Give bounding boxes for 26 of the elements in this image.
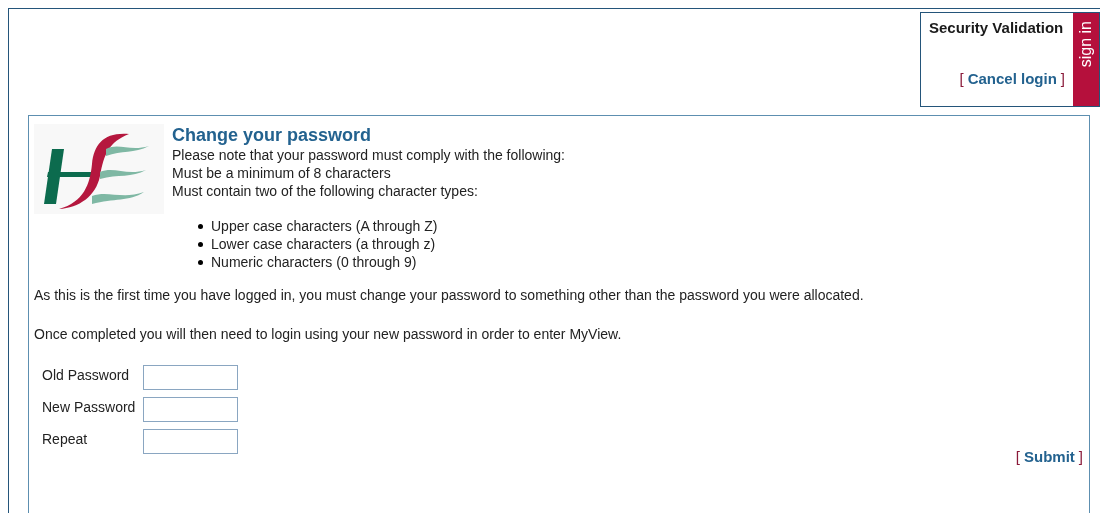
bracket: [ bbox=[959, 68, 964, 89]
field-label: Old Password bbox=[42, 366, 131, 385]
bracket: [ bbox=[1015, 447, 1020, 467]
note-text: As this is the first time you have logged in, you must change your password to something other than the password you were allocated. bbox=[34, 286, 865, 305]
field-label: Repeat bbox=[42, 430, 89, 449]
bullet-icon bbox=[198, 259, 203, 265]
bullet-icon bbox=[198, 241, 203, 247]
bracket: ] bbox=[1060, 68, 1065, 89]
password-field[interactable] bbox=[143, 365, 238, 390]
field-label: New Password bbox=[42, 398, 137, 417]
rule-text: Numeric characters (0 through 9) bbox=[211, 253, 417, 271]
rule-text: Lower case characters (a through z) bbox=[211, 235, 436, 253]
submit-link[interactable]: Submit bbox=[1024, 446, 1075, 469]
page-title: Change your password bbox=[172, 124, 373, 146]
note-text: Once completed you will then need to login using your new password in order to enter MyView. bbox=[34, 325, 623, 344]
rule-text: Upper case characters (A through Z) bbox=[211, 217, 438, 235]
password-field[interactable] bbox=[143, 429, 238, 454]
cancel-login-link[interactable]: Cancel login bbox=[967, 67, 1057, 90]
bracket: ] bbox=[1078, 447, 1083, 467]
intro-text: Must be a minimum of 8 characters bbox=[172, 164, 392, 182]
intro-text: Please note that your password must comply with the following: bbox=[172, 146, 565, 164]
sign-in-tab[interactable]: sign in bbox=[1073, 13, 1099, 106]
password-field[interactable] bbox=[143, 397, 238, 422]
intro-text: Must contain two of the following character types: bbox=[172, 182, 479, 200]
bullet-icon bbox=[198, 223, 203, 229]
panel-title: Security Validation bbox=[929, 18, 1065, 38]
